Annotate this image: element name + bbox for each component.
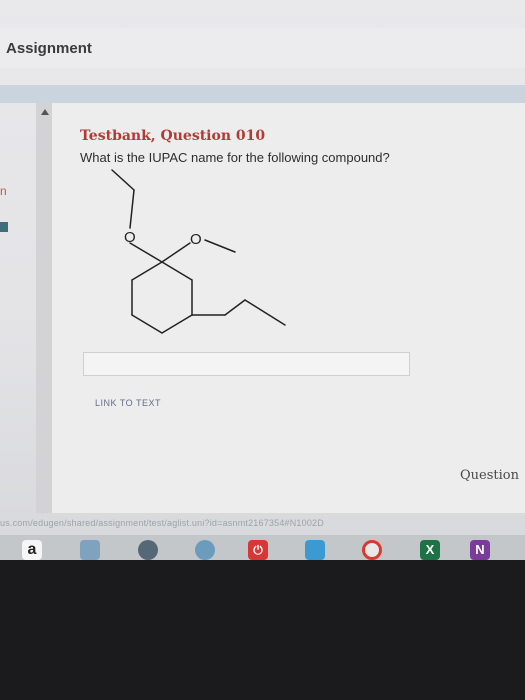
power-icon[interactable]: ⏻	[248, 540, 268, 560]
structure-bonds	[111, 169, 286, 334]
left-nav-mark[interactable]: n	[0, 184, 7, 198]
scrollbar[interactable]	[36, 103, 52, 513]
link-to-text[interactable]: LINK TO TEXT	[95, 398, 161, 408]
header-band	[0, 85, 525, 103]
compound-structure: O O	[111, 169, 286, 334]
safari-icon[interactable]	[138, 540, 158, 560]
finder-icon[interactable]	[80, 540, 100, 560]
browser-screen: Assignment n Testbank, Question 010 What…	[0, 0, 525, 560]
answer-input[interactable]	[83, 352, 410, 376]
oxygen-label-2: O	[190, 231, 202, 248]
excel-icon[interactable]: X	[420, 540, 440, 560]
status-bar-url: us.com/edugen/shared/assignment/test/agl…	[0, 518, 324, 528]
file-icon[interactable]	[305, 540, 325, 560]
question-title: Testbank, Question 010	[80, 128, 266, 144]
chrome-icon[interactable]	[362, 540, 382, 560]
title-bar: Assignment	[0, 28, 525, 68]
dark-bezel	[0, 560, 525, 700]
onenote-icon[interactable]: N	[470, 540, 490, 560]
left-nav-indicator[interactable]	[0, 222, 8, 232]
app-title: Assignment	[6, 40, 92, 57]
oxygen-label-1: O	[124, 229, 136, 246]
scroll-up-arrow-icon[interactable]	[41, 109, 49, 115]
question-nav-label[interactable]: Question	[460, 468, 519, 483]
photos-icon[interactable]	[195, 540, 215, 560]
amazon-icon[interactable]: a	[22, 540, 42, 560]
